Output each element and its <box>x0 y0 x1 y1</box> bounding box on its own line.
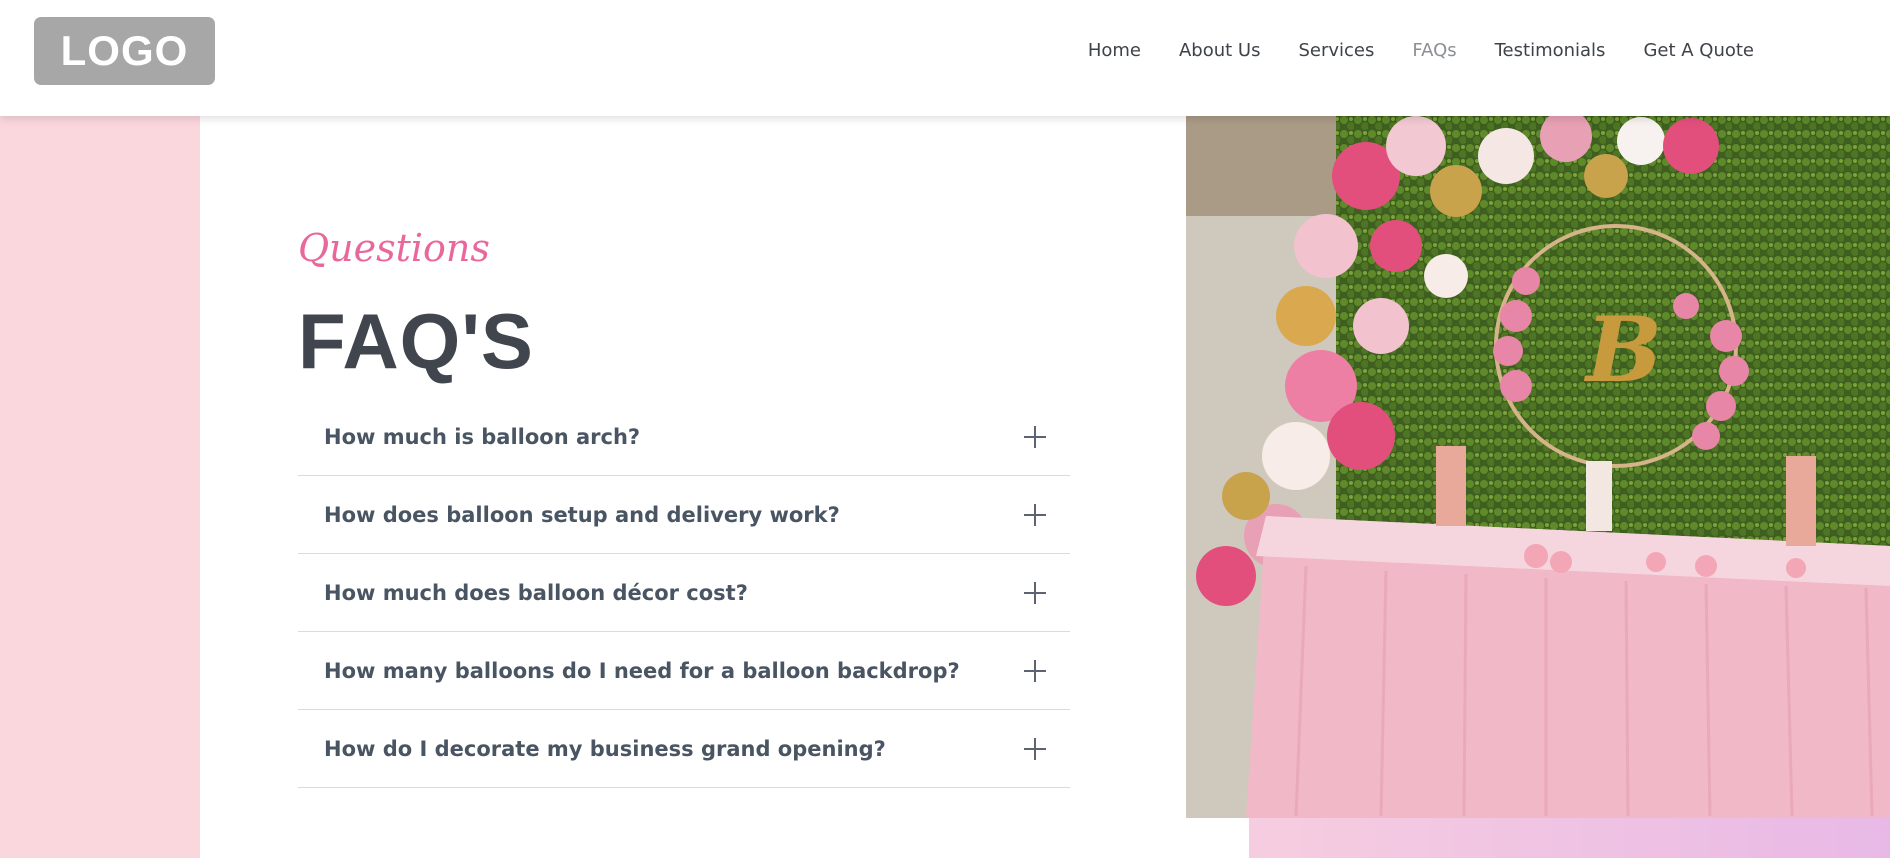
nav-about-us[interactable]: About Us <box>1179 40 1261 61</box>
nav-get-a-quote[interactable]: Get A Quote <box>1643 40 1754 61</box>
faq-question: How does balloon setup and delivery work… <box>324 502 840 527</box>
letter-b-sign: B <box>1583 297 1662 403</box>
decorative-pink-strip <box>0 116 200 858</box>
plus-icon[interactable] <box>1024 581 1046 604</box>
faq-accordion: How much is balloon arch? How does ballo… <box>298 398 1070 788</box>
faq-item[interactable]: How many balloons do I need for a balloo… <box>298 632 1070 710</box>
balloon-decor-illustration: B <box>1186 116 1890 818</box>
balloon-decor-photo: B <box>1186 116 1890 818</box>
faq-question: How many balloons do I need for a balloo… <box>324 658 960 683</box>
faq-question: How do I decorate my business grand open… <box>324 736 886 761</box>
faq-item[interactable]: How much is balloon arch? <box>298 398 1070 476</box>
faq-question: How much does balloon décor cost? <box>324 580 748 605</box>
faq-item[interactable]: How do I decorate my business grand open… <box>298 710 1070 788</box>
logo[interactable]: LOGO <box>34 17 215 85</box>
section-eyebrow: Questions <box>298 226 490 270</box>
faq-item[interactable]: How much does balloon décor cost? <box>298 554 1070 632</box>
page-title: FAQ'S <box>298 297 534 385</box>
decorative-gradient-bar <box>1249 818 1890 858</box>
main-nav: Home About Us Services FAQs Testimonials… <box>1050 40 1754 61</box>
plus-icon[interactable] <box>1024 503 1046 526</box>
plus-icon[interactable] <box>1024 425 1046 448</box>
faq-question: How much is balloon arch? <box>324 424 641 449</box>
faq-item[interactable]: How does balloon setup and delivery work… <box>298 476 1070 554</box>
plus-icon[interactable] <box>1024 659 1046 682</box>
nav-testimonials[interactable]: Testimonials <box>1495 40 1606 61</box>
site-header: LOGO Home About Us Services FAQs Testimo… <box>0 0 1890 116</box>
nav-services[interactable]: Services <box>1298 40 1374 61</box>
plus-icon[interactable] <box>1024 737 1046 760</box>
nav-home[interactable]: Home <box>1088 40 1141 61</box>
nav-faqs[interactable]: FAQs <box>1412 40 1456 61</box>
